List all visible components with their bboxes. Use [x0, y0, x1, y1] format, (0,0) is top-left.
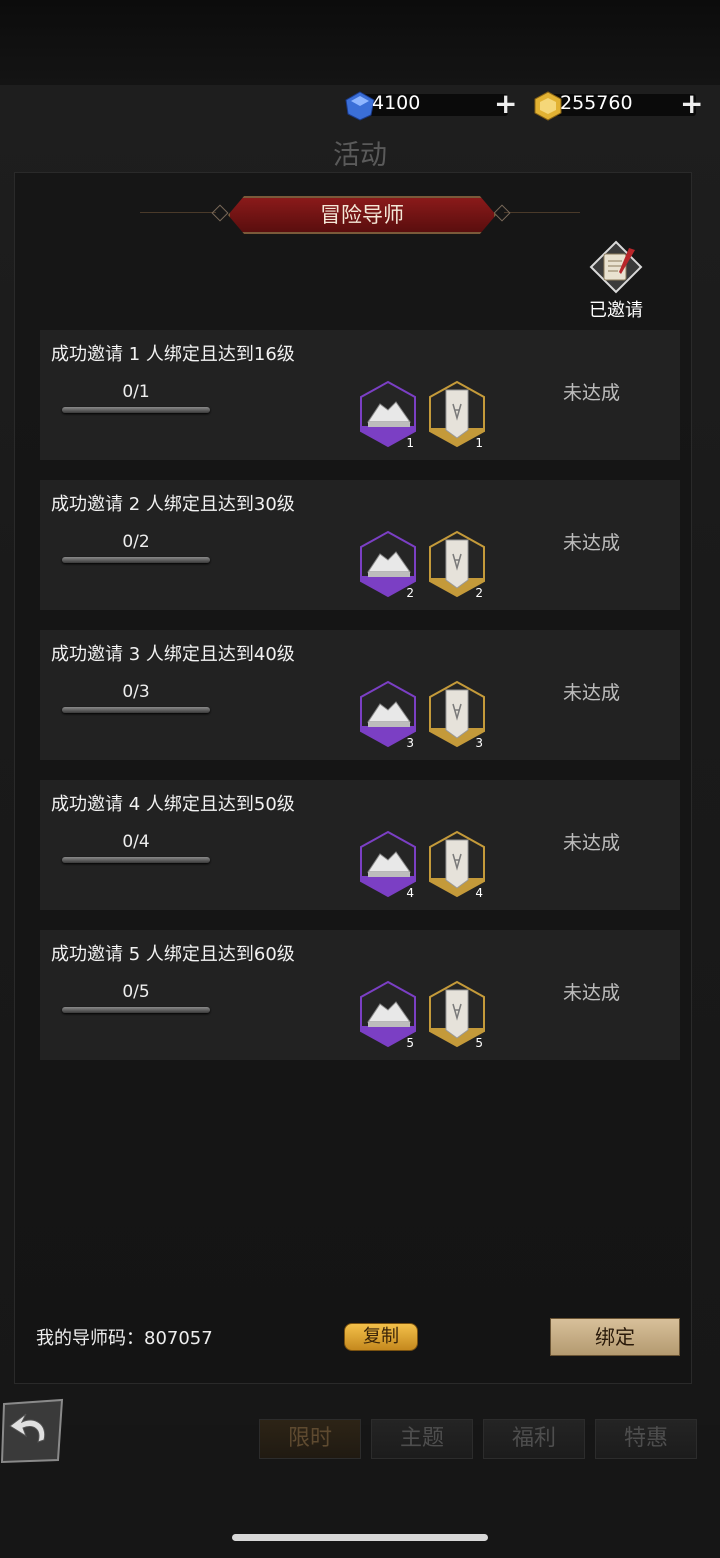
scroll-quill-icon [589, 240, 643, 294]
task-status: 未达成 [563, 832, 621, 854]
diamond-amount: 4100 [372, 92, 421, 114]
reward-scroll-item[interactable]: 1 [425, 378, 489, 452]
reward-scroll-item[interactable]: 2 [425, 528, 489, 602]
copy-button[interactable]: 复制 [344, 1323, 418, 1351]
add-diamond-button[interactable]: + [494, 90, 517, 118]
currency-diamond: 4100 + [344, 90, 520, 121]
tab-special-offer[interactable]: 特惠 [595, 1419, 697, 1459]
tab-limited[interactable]: 限时 [259, 1419, 361, 1459]
reward-ore-item[interactable]: 4 [356, 828, 420, 902]
dialog-title-banner: 冒险导师 [228, 196, 496, 234]
status-bar [0, 0, 720, 85]
reward-count: 5 [406, 1036, 414, 1050]
invited-label: 已邀请 [589, 300, 643, 321]
add-coin-button[interactable]: + [680, 90, 703, 118]
task-progress-bar [62, 707, 210, 713]
task-row: 成功邀请 5 人绑定且达到60级 0/5 5 5 未达成 [40, 930, 680, 1060]
task-progress-text: 0/2 [122, 532, 150, 552]
task-title: 成功邀请 4 人绑定且达到50级 [51, 794, 295, 815]
home-indicator[interactable] [232, 1534, 488, 1541]
reward-ore-item[interactable]: 5 [356, 978, 420, 1052]
reward-count: 3 [406, 736, 414, 750]
task-status: 未达成 [563, 682, 621, 704]
reward-count: 5 [475, 1036, 483, 1050]
tab-welfare[interactable]: 福利 [483, 1419, 585, 1459]
reward-count: 1 [406, 436, 414, 450]
task-progress-bar [62, 1007, 210, 1013]
task-title: 成功邀请 5 人绑定且达到60级 [51, 944, 295, 965]
tab-theme[interactable]: 主题 [371, 1419, 473, 1459]
task-progress-text: 0/5 [122, 982, 150, 1002]
task-progress-bar [62, 857, 210, 863]
reward-count: 4 [406, 886, 414, 900]
task-row: 成功邀请 4 人绑定且达到50级 0/4 4 4 未达成 [40, 780, 680, 910]
task-status: 未达成 [563, 382, 621, 404]
task-progress-text: 0/3 [122, 682, 150, 702]
task-row: 成功邀请 2 人绑定且达到30级 0/2 2 2 未达成 [40, 480, 680, 610]
reward-ore-item[interactable]: 1 [356, 378, 420, 452]
task-status: 未达成 [563, 982, 621, 1004]
bottom-tab-bar: 限时 主题 福利 特惠 [0, 1419, 720, 1459]
reward-scroll-item[interactable]: 5 [425, 978, 489, 1052]
task-row: 成功邀请 1 人绑定且达到16级 0/1 1 1 未达成 [40, 330, 680, 460]
reward-count: 1 [475, 436, 483, 450]
task-row: 成功邀请 3 人绑定且达到40级 0/3 3 3 未达成 [40, 630, 680, 760]
reward-count: 2 [406, 586, 414, 600]
reward-scroll-item[interactable]: 3 [425, 678, 489, 752]
reward-scroll-item[interactable]: 4 [425, 828, 489, 902]
reward-ore-item[interactable]: 2 [356, 528, 420, 602]
task-progress-text: 0/1 [122, 382, 150, 402]
task-progress-bar [62, 557, 210, 563]
task-title: 成功邀请 3 人绑定且达到40级 [51, 644, 295, 665]
banner-divider-left [140, 212, 216, 213]
bind-button[interactable]: 绑定 [550, 1318, 680, 1356]
task-title: 成功邀请 1 人绑定且达到16级 [51, 344, 295, 365]
task-status: 未达成 [563, 532, 621, 554]
reward-count: 4 [475, 886, 483, 900]
reward-ore-item[interactable]: 3 [356, 678, 420, 752]
invited-button[interactable]: 已邀请 [580, 240, 652, 322]
task-title: 成功邀请 2 人绑定且达到30级 [51, 494, 295, 515]
page-title: 活动 [333, 140, 387, 171]
reward-count: 3 [475, 736, 483, 750]
task-progress-bar [62, 407, 210, 413]
reward-count: 2 [475, 586, 483, 600]
mentor-code-label: 我的导师码：807057 [36, 1328, 213, 1349]
banner-divider-right [504, 212, 580, 213]
coin-amount: 255760 [560, 92, 633, 114]
task-progress-text: 0/4 [122, 832, 150, 852]
currency-coin: 255760 + [532, 90, 708, 121]
